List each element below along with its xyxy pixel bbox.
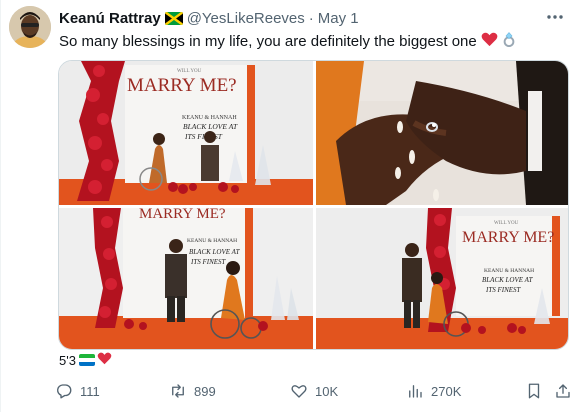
tweet-body: So many blessings in my life, you are de… [59,33,477,50]
retweet-button[interactable]: 899 [169,378,216,404]
retweet-count: 899 [194,383,216,399]
retweet-icon [172,384,184,398]
jamaica-flag-icon [164,11,183,25]
action-bar: 111 899 10K 270K [51,378,571,404]
tweet-text: So many blessings in my life, you are de… [59,31,516,52]
tweet-header: Keanú Rattray @YesLikeReeves · May 1 [59,8,545,28]
separator-dot: · [308,9,314,27]
author-name[interactable]: Keanú Rattray [59,10,161,27]
sign-small-text: WILL YOU [494,221,519,226]
analytics-icon [409,385,422,398]
reply-button[interactable]: 111 [55,378,100,404]
sign-big-text: MARRY ME? [127,75,237,96]
sign-line-3: ITS FINEST [190,258,227,266]
media-grid: WILL YOU MARRY ME? KEANU & HANNAH BLACK … [58,60,569,350]
red-heart-icon [481,32,498,51]
more-options-icon[interactable] [545,10,565,24]
views-count: 270K [431,383,462,399]
bookmark-button[interactable] [525,378,550,404]
heart-icon [291,385,307,398]
sign-big-text: MARRY ME? [462,229,554,246]
tweet-card[interactable]: Keanú Rattray @YesLikeReeves · May 1 So … [0,0,575,412]
avatar[interactable] [9,6,51,48]
sign-line-1: KEANU & HANNAH [187,238,237,244]
share-icon [556,384,570,398]
like-count: 10K [315,383,339,399]
photo-couple-wheelchair[interactable]: MARRY ME? KEANU & HANNAH BLACK LOVE AT I… [59,208,313,349]
tweet-timestamp[interactable]: May 1 [318,10,359,27]
like-button[interactable]: 10K [290,378,338,404]
sign-line-2: BLACK LOVE AT [482,276,534,284]
sign-line-3: ITS FINEST [184,132,223,141]
sign-line-1: KEANU & HANNAH [182,115,237,121]
sign-line-2: BLACK LOVE AT [189,248,241,256]
photo-ring-hands[interactable] [316,61,568,205]
sign-line-3: ITS FINEST [485,286,522,294]
photo-proposal-setup[interactable]: WILL YOU MARRY ME? KEANU & HANNAH BLACK … [59,61,313,205]
photo-couple-portrait[interactable]: WILL YOU MARRY ME? KEANU & HANNAH BLACK … [316,208,568,349]
sign-line-2: BLACK LOVE AT [183,122,238,131]
sign-line-1: KEANU & HANNAH [484,268,534,274]
red-heart-icon [97,352,112,368]
reply-icon [57,384,72,399]
share-button[interactable] [554,378,575,404]
height-note: 5'3 [59,352,112,368]
sign-big-text: MARRY ME? [139,208,226,222]
sierra-leone-flag-icon [78,354,95,366]
author-handle[interactable]: @YesLikeReeves [187,10,305,27]
ring-icon [502,31,516,52]
bookmark-icon [528,383,540,399]
height-text: 5'3 [59,352,76,368]
views-button[interactable]: 270K [406,378,461,404]
reply-count: 111 [80,383,100,399]
sign-small-text: WILL YOU [177,69,202,74]
